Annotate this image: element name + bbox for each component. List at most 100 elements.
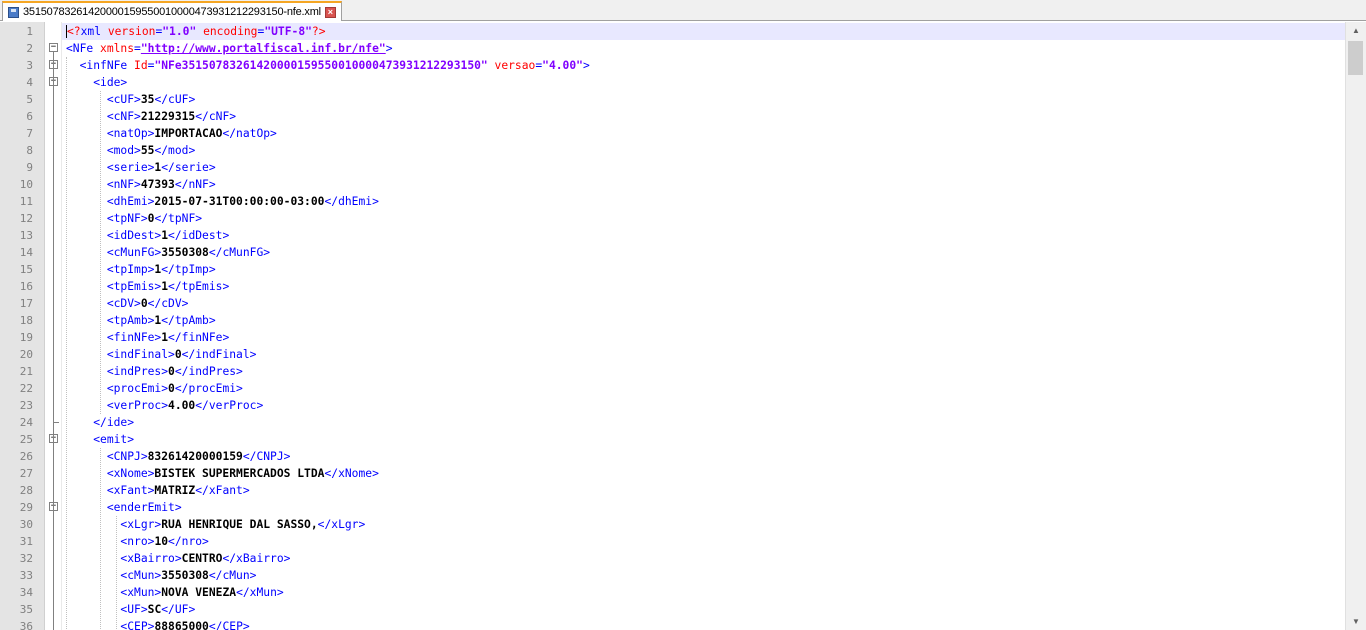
token: </cDV> bbox=[147, 297, 189, 310]
token: <NFe bbox=[66, 42, 101, 55]
scrollbar-thumb[interactable] bbox=[1348, 41, 1363, 75]
code-text: <tpNF>0</tpNF> bbox=[66, 210, 202, 227]
code-line[interactable]: 36 <CEP>88865000</CEP> bbox=[0, 618, 1345, 630]
fold-toggle-icon[interactable]: − bbox=[49, 43, 58, 52]
file-tab-label: 3515078326142000015955001000047393121229… bbox=[23, 6, 321, 18]
token: <enderEmit> bbox=[106, 501, 182, 514]
token: SC bbox=[147, 603, 162, 616]
token: 3550308 bbox=[161, 569, 209, 582]
file-tab[interactable]: 3515078326142000015955001000047393121229… bbox=[2, 1, 342, 21]
code-line[interactable]: 1 <?xml version="1.0" encoding="UTF-8"?> bbox=[0, 23, 1345, 40]
token: <procEmi> bbox=[106, 382, 169, 395]
code-line[interactable]: 2 − <NFe xmlns="http://www.portalfiscal.in… bbox=[0, 40, 1345, 57]
token: 35 bbox=[140, 93, 155, 106]
line-number: 27 bbox=[19, 467, 33, 480]
token: IMPORTACAO bbox=[154, 127, 223, 140]
code-line[interactable]: 25− <emit> bbox=[0, 431, 1345, 448]
token: 88865000 bbox=[154, 620, 209, 630]
line-number: 5 bbox=[26, 93, 33, 106]
code-line[interactable]: 32 <xBairro>CENTRO</xBairro> bbox=[0, 550, 1345, 567]
code-line[interactable]: 15 <tpImp>1</tpImp> bbox=[0, 261, 1345, 278]
line-number: 16 bbox=[19, 280, 33, 293]
code-text: <tpEmis>1</tpEmis> bbox=[66, 278, 229, 295]
code-text: <UF>SC</UF> bbox=[66, 601, 195, 618]
code-line[interactable]: 28 <xFant>MATRIZ</xFant> bbox=[0, 482, 1345, 499]
token: <tpImp> bbox=[106, 263, 155, 276]
code-line[interactable]: 7 <natOp>IMPORTACAO</natOp> bbox=[0, 125, 1345, 142]
code-line[interactable]: 11 <dhEmi>2015-07-31T00:00:00-03:00</dhE… bbox=[0, 193, 1345, 210]
indent-guide bbox=[116, 516, 118, 630]
code-text: <xNome>BISTEK SUPERMERCADOS LTDA</xNome> bbox=[66, 465, 379, 482]
code-line[interactable]: 14 <cMunFG>3550308</cMunFG> bbox=[0, 244, 1345, 261]
token: <ide> bbox=[93, 76, 128, 89]
token: </xMun> bbox=[236, 586, 284, 599]
token: <cMun> bbox=[120, 569, 162, 582]
code-line[interactable]: 35 <UF>SC</UF> bbox=[0, 601, 1345, 618]
code-line[interactable]: 26 <CNPJ>83261420000159</CNPJ> bbox=[0, 448, 1345, 465]
code-line[interactable]: 24 </ide> bbox=[0, 414, 1345, 431]
code-line[interactable]: 6 <cNF>21229315</cNF> bbox=[0, 108, 1345, 125]
line-number: 13 bbox=[19, 229, 33, 242]
token: > bbox=[582, 59, 590, 72]
code-line[interactable]: 20 <indFinal>0</indFinal> bbox=[0, 346, 1345, 363]
scroll-down-icon[interactable]: ▼ bbox=[1346, 613, 1366, 630]
code-line[interactable]: 9 <serie>1</serie> bbox=[0, 159, 1345, 176]
line-number: 17 bbox=[19, 297, 33, 310]
code-line[interactable]: 18 <tpAmb>1</tpAmb> bbox=[0, 312, 1345, 329]
code-line[interactable]: 10 <nNF>47393</nNF> bbox=[0, 176, 1345, 193]
line-number: 32 bbox=[19, 552, 33, 565]
code-line[interactable]: 21 <indPres>0</indPres> bbox=[0, 363, 1345, 380]
code-line[interactable]: 13 <idDest>1</idDest> bbox=[0, 227, 1345, 244]
code-text: <xLgr>RUA HENRIQUE DAL SASSO,</xLgr> bbox=[66, 516, 365, 533]
code-line[interactable]: 27 <xNome>BISTEK SUPERMERCADOS LTDA</xNo… bbox=[0, 465, 1345, 482]
token: </verProc> bbox=[195, 399, 264, 412]
token: </xFant> bbox=[195, 484, 250, 497]
code-line[interactable]: 23 <verProc>4.00</verProc> bbox=[0, 397, 1345, 414]
line-number: 8 bbox=[26, 144, 33, 157]
token: RUA HENRIQUE DAL SASSO, bbox=[161, 518, 318, 531]
token: <xLgr> bbox=[120, 518, 162, 531]
line-number: 2 bbox=[26, 42, 33, 55]
token: xmlns bbox=[100, 42, 135, 55]
code-text: <idDest>1</idDest> bbox=[66, 227, 229, 244]
code-line[interactable]: 33 <cMun>3550308</cMun> bbox=[0, 567, 1345, 584]
token: </xLgr> bbox=[317, 518, 366, 531]
code-line[interactable]: 5 <cUF>35</cUF> bbox=[0, 91, 1345, 108]
token: <idDest> bbox=[106, 229, 162, 242]
vertical-scrollbar[interactable]: ▲ ▼ bbox=[1345, 22, 1366, 630]
code-line[interactable]: 29− <enderEmit> bbox=[0, 499, 1345, 516]
scroll-up-icon[interactable]: ▲ bbox=[1346, 22, 1366, 39]
code-line[interactable]: 16 <tpEmis>1</tpEmis> bbox=[0, 278, 1345, 295]
code-line[interactable]: 3− <infNFe Id="NFe3515078326142000015955… bbox=[0, 57, 1345, 74]
indent-guide bbox=[100, 91, 102, 414]
code-line[interactable]: 30 <xLgr>RUA HENRIQUE DAL SASSO,</xLgr> bbox=[0, 516, 1345, 533]
line-number: 10 bbox=[19, 178, 33, 191]
code-line[interactable]: 31 <nro>10</nro> bbox=[0, 533, 1345, 550]
token: </tpImp> bbox=[161, 263, 216, 276]
code-text: </ide> bbox=[66, 414, 134, 431]
line-number: 22 bbox=[19, 382, 33, 395]
code-line[interactable]: 4− <ide> bbox=[0, 74, 1345, 91]
line-number: 35 bbox=[19, 603, 33, 616]
code-line[interactable]: 12 <tpNF>0</tpNF> bbox=[0, 210, 1345, 227]
code-line[interactable]: 34 <xMun>NOVA VENEZA</xMun> bbox=[0, 584, 1345, 601]
code-line[interactable]: 8 <mod>55</mod> bbox=[0, 142, 1345, 159]
token: "http://www.portalfiscal.inf.br/nfe" bbox=[140, 42, 386, 55]
token: <indFinal> bbox=[106, 348, 175, 361]
close-icon[interactable]: × bbox=[324, 6, 336, 18]
token: </finNFe> bbox=[168, 331, 230, 344]
token: <tpNF> bbox=[106, 212, 148, 225]
code-line[interactable]: 22 <procEmi>0</procEmi> bbox=[0, 380, 1345, 397]
token: 0 bbox=[140, 297, 148, 310]
line-number: 18 bbox=[19, 314, 33, 327]
line-number: 34 bbox=[19, 586, 33, 599]
code-line[interactable]: 19 <finNFe>1</finNFe> bbox=[0, 329, 1345, 346]
code-text: <CEP>88865000</CEP> bbox=[66, 618, 249, 630]
code-line[interactable]: 17 <cDV>0</cDV> bbox=[0, 295, 1345, 312]
code-editor[interactable]: 1 <?xml version="1.0" encoding="UTF-8"?> 2… bbox=[0, 22, 1345, 630]
token: </indFinal> bbox=[181, 348, 257, 361]
